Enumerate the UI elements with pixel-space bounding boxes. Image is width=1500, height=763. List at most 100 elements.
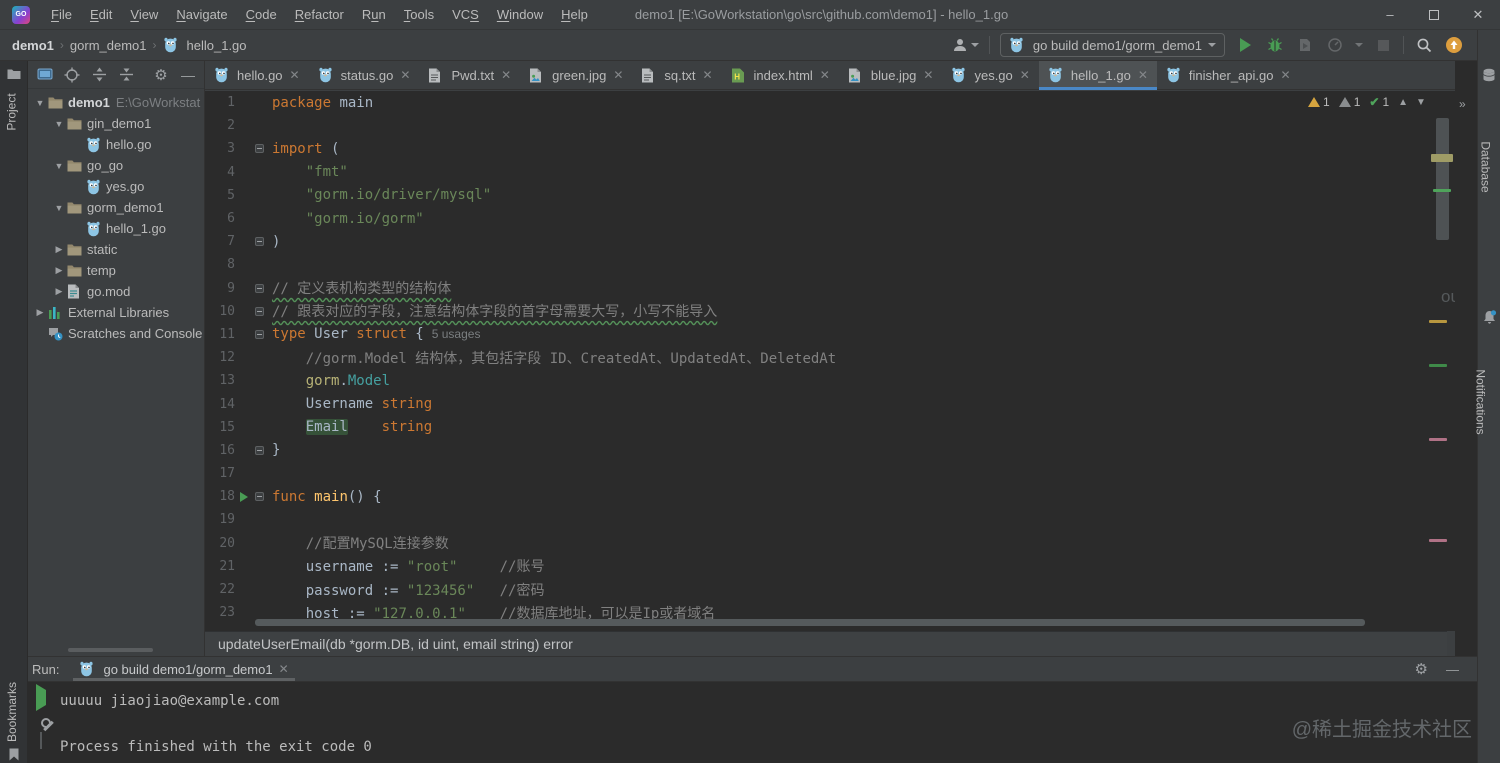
tree-item-go_go[interactable]: ▼ go_go <box>28 155 204 176</box>
close-icon[interactable]: ✕ <box>1138 68 1148 82</box>
editor-tab-hello_1.go[interactable]: hello_1.go ✕ <box>1038 61 1157 90</box>
stop-button[interactable] <box>1373 35 1393 55</box>
editor-tab-sq.txt[interactable]: sq.txt ✕ <box>632 61 721 89</box>
code-line-13[interactable]: 13 gorm.Model <box>205 369 1455 392</box>
breadcrumb-file[interactable]: hello_1.go <box>187 38 247 53</box>
run-button[interactable] <box>1235 35 1255 55</box>
code-line-4[interactable]: 4 "fmt" <box>205 161 1455 184</box>
scrollbar-ok-mark[interactable] <box>1429 364 1447 367</box>
fold-close-icon[interactable] <box>255 445 264 455</box>
chevron-down-icon[interactable]: ▼ <box>32 98 48 108</box>
warning-indicator[interactable]: 1 <box>1308 95 1330 109</box>
close-icon[interactable]: ✕ <box>501 68 511 82</box>
chevron-down-icon[interactable]: ▼ <box>51 119 67 129</box>
code-editor[interactable]: 1 package main 2 3 import (4 "fmt" 5 "gorm.io… <box>205 91 1455 631</box>
menu-item-run[interactable]: Run <box>353 3 395 26</box>
collapse-all-button[interactable] <box>117 66 135 84</box>
menu-item-tools[interactable]: Tools <box>395 3 443 26</box>
fold-marker[interactable] <box>252 237 267 247</box>
project-settings-button[interactable]: ⚙ <box>152 66 170 84</box>
code-line-14[interactable]: 14 Username string <box>205 392 1455 415</box>
project-horizontal-scrollbar[interactable] <box>68 648 153 652</box>
editor-tab-status.go[interactable]: status.go ✕ <box>309 61 420 89</box>
close-icon[interactable]: ✕ <box>1020 68 1030 82</box>
close-button[interactable]: ✕ <box>1456 0 1500 30</box>
fold-marker[interactable] <box>252 445 267 455</box>
fold-marker[interactable] <box>252 306 267 316</box>
close-icon[interactable]: ✕ <box>1280 68 1290 82</box>
code-line-18[interactable]: 18 func main() { <box>205 485 1455 508</box>
editor-tab-green.jpg[interactable]: green.jpg ✕ <box>520 61 632 89</box>
hide-run-panel-button[interactable]: — <box>1446 662 1459 677</box>
tree-item-go.mod[interactable]: ▶ go.mod <box>28 281 204 302</box>
tree-item-external-libraries[interactable]: ▶ External Libraries <box>28 302 204 323</box>
breadcrumb-folder[interactable]: gorm_demo1 <box>70 38 147 53</box>
menu-item-help[interactable]: Help <box>552 3 597 26</box>
expand-all-button[interactable] <box>90 66 108 84</box>
close-icon[interactable]: ✕ <box>400 68 410 82</box>
fold-marker[interactable] <box>252 144 267 154</box>
tool-stripe-project[interactable]: Project <box>5 93 19 130</box>
code-line-11[interactable]: 11 type User struct {5 usages <box>205 323 1455 346</box>
tree-item-yes.go[interactable]: yes.go <box>28 176 204 197</box>
menu-item-window[interactable]: Window <box>488 3 552 26</box>
tree-item-demo1[interactable]: ▼ demo1 E:\GoWorkstat <box>28 92 204 113</box>
chevron-down-icon[interactable] <box>1355 43 1363 47</box>
menu-item-file[interactable]: File <box>42 3 81 26</box>
code-line-7[interactable]: 7) <box>205 230 1455 253</box>
run-settings-button[interactable]: ⚙ <box>1415 660 1428 678</box>
code-line-20[interactable]: 20 //配置MySQL连接参数 <box>205 532 1455 555</box>
select-opened-file-button[interactable] <box>63 66 81 84</box>
search-everywhere-button[interactable] <box>1414 35 1434 55</box>
typo-indicator[interactable]: ✔ 1 <box>1369 95 1389 109</box>
chevron-right-icon[interactable]: ▶ <box>51 265 67 276</box>
tool-stripe-bookmarks[interactable]: Bookmarks <box>5 682 19 742</box>
fold-marker[interactable] <box>252 283 267 293</box>
run-line-button[interactable] <box>235 491 252 502</box>
fold-open-icon[interactable] <box>255 492 264 502</box>
fold-marker[interactable] <box>252 492 267 502</box>
code-line-17[interactable]: 17 <box>205 462 1455 485</box>
code-line-5[interactable]: 5 "gorm.io/driver/mysql" <box>205 184 1455 207</box>
menu-item-navigate[interactable]: Navigate <box>167 3 236 26</box>
editor-tab-Pwd.txt[interactable]: Pwd.txt ✕ <box>419 61 520 89</box>
tree-item-hello_1.go[interactable]: hello_1.go <box>28 218 204 239</box>
code-line-3[interactable]: 3 import ( <box>205 137 1455 160</box>
editor-tab-finisher_api.go[interactable]: finisher_api.go ✕ <box>1157 61 1300 89</box>
fold-open-icon[interactable] <box>255 283 264 293</box>
console-toolbar-more[interactable] <box>40 732 42 749</box>
close-icon[interactable]: ✕ <box>820 68 830 82</box>
scrollbar-info-mark[interactable] <box>1429 539 1447 542</box>
fold-close-icon[interactable] <box>255 306 264 316</box>
chevron-right-icon[interactable]: ▶ <box>32 307 48 318</box>
editor-vertical-scrollbar[interactable] <box>1436 118 1449 240</box>
code-line-21[interactable]: 21 username := "root" //账号 <box>205 555 1455 578</box>
menu-item-vcs[interactable]: VCS <box>443 3 488 26</box>
console-output[interactable]: uuuuu jiaojiao@example.com Process finis… <box>54 682 372 763</box>
open-files-view-button[interactable] <box>36 66 54 84</box>
close-icon[interactable]: ✕ <box>923 68 933 82</box>
profiler-button[interactable] <box>1325 35 1345 55</box>
close-icon[interactable]: ✕ <box>702 68 712 82</box>
menu-item-edit[interactable]: Edit <box>81 3 121 26</box>
code-line-2[interactable]: 2 <box>205 114 1455 137</box>
fold-open-icon[interactable] <box>255 144 264 154</box>
close-icon[interactable]: ✕ <box>613 68 623 82</box>
editor-tab-yes.go[interactable]: yes.go ✕ <box>942 61 1038 89</box>
minimize-button[interactable]: – <box>1368 0 1412 30</box>
rerun-button[interactable] <box>36 684 46 711</box>
tree-item-gin_demo1[interactable]: ▼ gin_demo1 <box>28 113 204 134</box>
fold-close-icon[interactable] <box>255 237 264 247</box>
code-line-19[interactable]: 19 <box>205 508 1455 531</box>
code-line-8[interactable]: 8 <box>205 253 1455 276</box>
editor-tab-hello.go[interactable]: hello.go ✕ <box>205 61 309 89</box>
code-line-12[interactable]: 12 //gorm.Model 结构体，其包括字段 ID、CreatedAt、U… <box>205 346 1455 369</box>
chevron-right-icon[interactable]: ▶ <box>51 286 67 297</box>
close-icon[interactable]: ✕ <box>279 662 289 676</box>
scrollbar-warning-mark[interactable] <box>1429 320 1447 323</box>
code-line-22[interactable]: 22 password := "123456" //密码 <box>205 578 1455 601</box>
ide-update-button[interactable] <box>1444 35 1464 55</box>
run-configuration-select[interactable]: go build demo1/gorm_demo1 <box>999 33 1225 57</box>
chevron-down-icon[interactable]: ▼ <box>51 203 67 213</box>
editor-tab-index.html[interactable]: Hindex.html ✕ <box>722 61 839 89</box>
